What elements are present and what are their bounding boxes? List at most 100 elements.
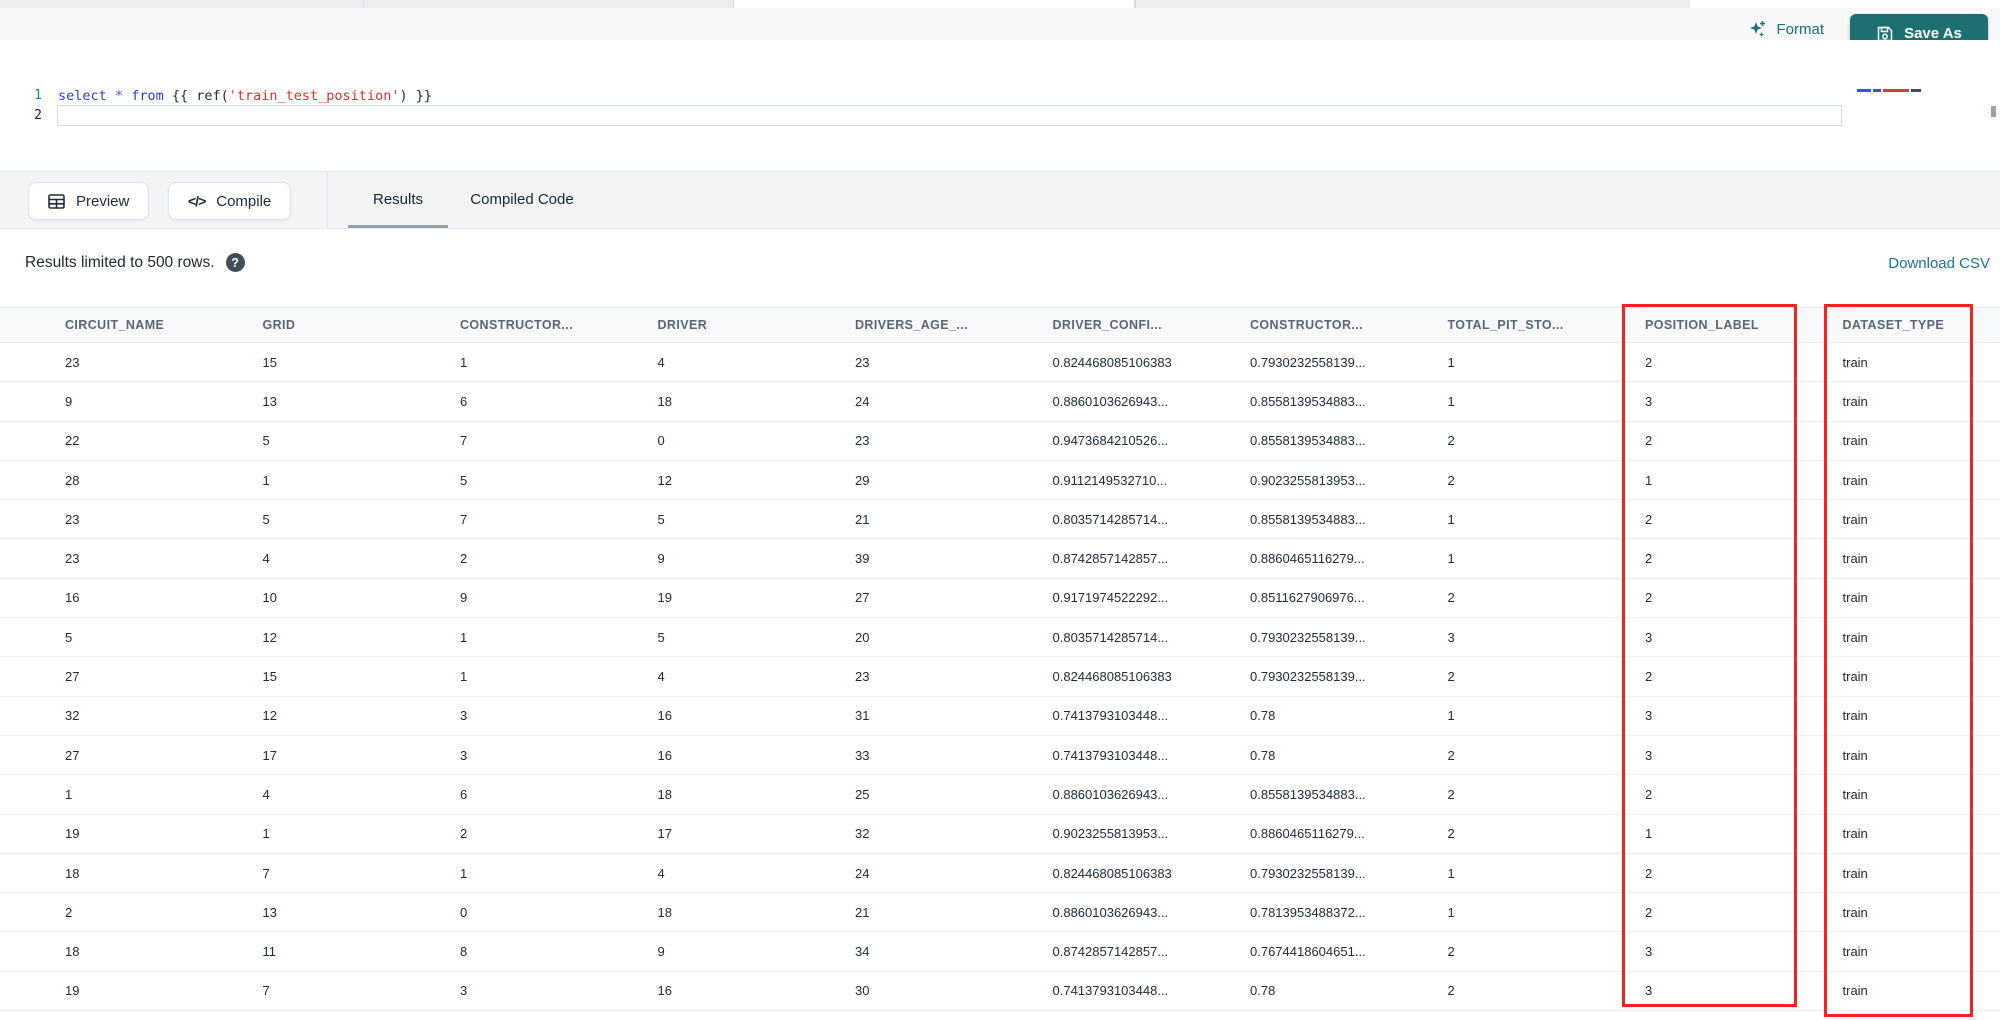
table-cell: train <box>1842 865 1868 881</box>
code-token: ) <box>399 88 416 104</box>
editor-active-line[interactable] <box>57 105 1842 126</box>
tab-results[interactable]: Results <box>348 172 448 227</box>
table-cell: 18 <box>657 786 672 802</box>
table-cell: 18 <box>65 865 80 881</box>
table-cell: 27 <box>65 747 80 763</box>
tab-strip-divider <box>1135 0 1136 8</box>
table-cell: 1 <box>1447 393 1455 409</box>
table-cell: 2 <box>1645 786 1653 802</box>
table-cell: 3 <box>1645 629 1653 645</box>
table-cell: 2 <box>1645 551 1653 567</box>
table-cell: 2 <box>1645 865 1653 881</box>
results-limit-text: Results limited to 500 rows. <box>25 253 215 271</box>
table-cell: 23 <box>855 669 870 685</box>
table-cell: 2 <box>1447 826 1455 842</box>
table-cell: train <box>1842 590 1868 606</box>
table-cell: 9 <box>657 944 665 960</box>
table-cell: 0.78 <box>1250 983 1276 999</box>
table-cell: 1 <box>460 669 468 685</box>
compile-button[interactable]: </> Compile <box>168 182 292 220</box>
table-cell: 1 <box>1645 826 1653 842</box>
table-cell: 2 <box>1645 354 1653 370</box>
tab-compiled-code-label: Compiled Code <box>470 191 574 208</box>
help-icon[interactable]: ? <box>225 253 245 272</box>
editor-scrollbar[interactable] <box>1991 106 1996 117</box>
table-cell: 6 <box>460 393 468 409</box>
table-grid-icon <box>48 193 65 209</box>
table-cell: 1 <box>460 629 468 645</box>
table-cell: train <box>1842 904 1868 920</box>
table-header-row: CIRCUIT_NAME GRID CONSTRUCTOR... DRIVER DRIV… <box>0 307 2000 343</box>
code-token: 'train_test_position' <box>228 88 400 104</box>
table-cell: 25 <box>855 786 870 802</box>
table-row: 19 1 2 17 32 0.9023255813953... 0.886046511627… <box>0 814 2000 854</box>
table-row: 2 13 0 18 21 0.8860103626943... 0.781395348837… <box>0 893 2000 933</box>
table-cell: 39 <box>855 551 870 567</box>
editor-minimap[interactable] <box>1857 89 1935 93</box>
table-cell: 19 <box>65 983 80 999</box>
table-cell: 8 <box>460 944 468 960</box>
column-header: DATASET_TYPE <box>1842 318 1945 332</box>
table-cell: 2 <box>1447 433 1455 449</box>
table-row: 16 10 9 19 27 0.9171974522292... 0.85116279069… <box>0 578 2000 619</box>
table-cell: 2 <box>460 551 468 567</box>
table-cell: 0.824468085106383 <box>1052 669 1172 685</box>
table-row: 5 12 1 5 20 0.8035714285714... 0.7930232558139… <box>0 618 2000 658</box>
table-cell: 1 <box>1447 511 1455 527</box>
table-cell: 27 <box>65 669 80 685</box>
table-cell: 0 <box>460 904 468 920</box>
table-cell: 21 <box>855 904 870 920</box>
table-row: 23 5 7 5 21 0.8035714285714... 0.8558139534883… <box>0 500 2000 540</box>
table-cell: 13 <box>262 393 277 409</box>
code-line-1[interactable]: select * from {{ ref('train_test_positio… <box>58 86 432 106</box>
table-cell: 2 <box>1645 669 1653 685</box>
table-row: 18 7 1 4 24 0.824468085106383 0.7930232558139.… <box>0 853 2000 894</box>
table-cell: 0.9473684210526... <box>1052 433 1169 449</box>
table-cell: 34 <box>855 944 870 960</box>
top-tab-strip <box>0 0 1690 8</box>
table-cell: 1 <box>1447 904 1455 920</box>
table-cell: 18 <box>657 393 672 409</box>
table-cell: train <box>1842 354 1868 370</box>
table-cell: 0.78 <box>1250 747 1276 763</box>
table-cell: 4 <box>262 551 270 567</box>
table-cell: 23 <box>855 433 870 449</box>
sql-editor[interactable]: 1 2 select * from {{ ref('train_test_pos… <box>0 40 2000 171</box>
format-button[interactable]: Format <box>1747 19 1824 39</box>
table-cell: 13 <box>262 904 277 920</box>
table-cell: 0.8742857142857... <box>1052 944 1169 960</box>
table-cell: train <box>1842 551 1868 567</box>
results-info-bar: Results limited to 500 rows. ? Download … <box>0 229 2000 307</box>
table-cell: 4 <box>262 786 270 802</box>
table-cell: train <box>1842 826 1868 842</box>
code-token: {{ <box>171 88 197 104</box>
table-cell: 0.7813953488372... <box>1250 904 1366 920</box>
table-cell: 5 <box>460 472 468 488</box>
preview-button[interactable]: Preview <box>28 182 150 220</box>
table-cell: 0.8860103626943... <box>1052 393 1169 409</box>
table-cell: 1 <box>1645 472 1653 488</box>
table-cell: 5 <box>657 511 665 527</box>
table-cell: 29 <box>855 472 870 488</box>
table-cell: 3 <box>460 983 468 999</box>
table-cell: 2 <box>1447 944 1455 960</box>
table-cell: train <box>1842 629 1868 645</box>
table-cell: 3 <box>1645 944 1653 960</box>
table-cell: 0.7413793103448... <box>1052 708 1169 724</box>
table-cell: 0.8558139534883... <box>1250 393 1366 409</box>
table-cell: 1 <box>1447 708 1455 724</box>
column-header: TOTAL_PIT_STO... <box>1447 318 1564 332</box>
table-cell: 0.9023255813953... <box>1052 826 1169 842</box>
active-tab-underline <box>348 225 448 228</box>
preview-label: Preview <box>76 192 130 210</box>
table-cell: 0.7413793103448... <box>1052 983 1169 999</box>
table-cell: 0.7413793103448... <box>1052 747 1169 763</box>
tab-compiled-code[interactable]: Compiled Code <box>452 172 592 227</box>
table-row: 27 17 3 16 33 0.7413793103448... 0.78 2 3 train <box>0 735 2000 776</box>
download-csv-link[interactable]: Download CSV <box>1888 255 1990 272</box>
table-cell: train <box>1842 747 1868 763</box>
sparkles-icon <box>1750 21 1766 37</box>
table-row: 23 4 2 9 39 0.8742857142857... 0.8860465116279… <box>0 539 2000 579</box>
table-cell: 0.7930232558139... <box>1250 865 1366 881</box>
table-cell: 0.8742857142857... <box>1052 551 1169 567</box>
